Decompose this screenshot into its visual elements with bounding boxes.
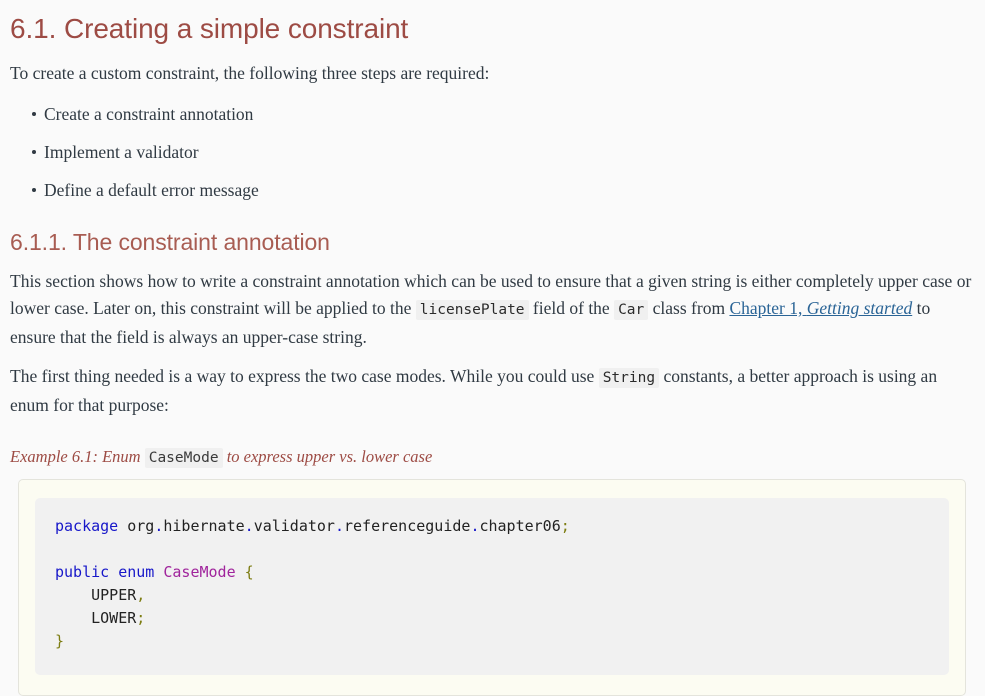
example-caption: Example 6.1: Enum CaseMode to express up… bbox=[10, 445, 975, 470]
link-text-prefix: Chapter 1, bbox=[729, 298, 807, 318]
code-token-dot: . bbox=[334, 517, 344, 535]
example-caption-prefix: Example 6.1: Enum bbox=[10, 447, 145, 466]
code-token-close-brace: } bbox=[55, 632, 65, 650]
code-token-package-chapter06: chapter06 bbox=[479, 517, 561, 535]
code-token-package-hibernate: hibernate bbox=[163, 517, 245, 535]
list-item: Define a default error message bbox=[32, 177, 975, 204]
list-item: Implement a validator bbox=[32, 139, 975, 166]
case-modes-paragraph: The first thing needed is a way to expre… bbox=[10, 363, 975, 419]
code-token-package-org: org bbox=[127, 517, 155, 535]
code-token-enum: enum bbox=[118, 563, 155, 581]
code-token-public: public bbox=[55, 563, 110, 581]
document-page: 6.1. Creating a simple constraint To cre… bbox=[0, 0, 985, 696]
code-token-const-upper: UPPER bbox=[91, 586, 137, 604]
page-title: 6.1. Creating a simple constraint bbox=[10, 13, 409, 44]
constraint-annotation-paragraph: This section shows how to write a constr… bbox=[10, 268, 975, 351]
list-item-label: Create a constraint annotation bbox=[44, 104, 254, 124]
list-item-label: Define a default error message bbox=[44, 180, 259, 200]
java-code-block: package org.hibernate.validator.referenc… bbox=[35, 498, 949, 675]
paragraph-text-part: The first thing needed is a way to expre… bbox=[10, 366, 599, 386]
code-token-keyword: package bbox=[55, 517, 119, 535]
code-license-plate: licensePlate bbox=[415, 300, 529, 320]
link-text-italic: Getting started bbox=[806, 298, 913, 318]
code-token-const-lower: LOWER bbox=[91, 609, 137, 627]
paragraph-text-part: class from bbox=[648, 298, 730, 318]
example-caption-suffix: to express upper vs. lower case bbox=[222, 447, 433, 466]
code-car: Car bbox=[614, 300, 649, 320]
code-token-semicolon: ; bbox=[560, 517, 570, 535]
example-code-panel: package org.hibernate.validator.referenc… bbox=[18, 479, 966, 696]
list-item: Create a constraint annotation bbox=[32, 101, 975, 128]
code-token-package-validator: validator bbox=[253, 517, 335, 535]
code-string: String bbox=[598, 368, 660, 388]
subsection-title: 6.1.1. The constraint annotation bbox=[10, 229, 330, 255]
code-token-semicolon: ; bbox=[136, 609, 146, 627]
code-case-mode: CaseMode bbox=[144, 448, 223, 468]
code-token-type-casemode: CaseMode bbox=[163, 563, 236, 581]
code-token-dot: . bbox=[244, 517, 254, 535]
code-token-open-brace: { bbox=[244, 563, 254, 581]
paragraph-text-part: field of the bbox=[528, 298, 615, 318]
steps-list: Create a constraint annotation Implement… bbox=[10, 101, 975, 204]
list-item-label: Implement a validator bbox=[44, 142, 199, 162]
chapter-1-link[interactable]: Chapter 1, Getting started bbox=[729, 298, 912, 318]
code-token-package-referenceguide: referenceguide bbox=[344, 517, 471, 535]
code-token-comma: , bbox=[136, 586, 146, 604]
intro-paragraph: To create a custom constraint, the follo… bbox=[10, 63, 490, 83]
